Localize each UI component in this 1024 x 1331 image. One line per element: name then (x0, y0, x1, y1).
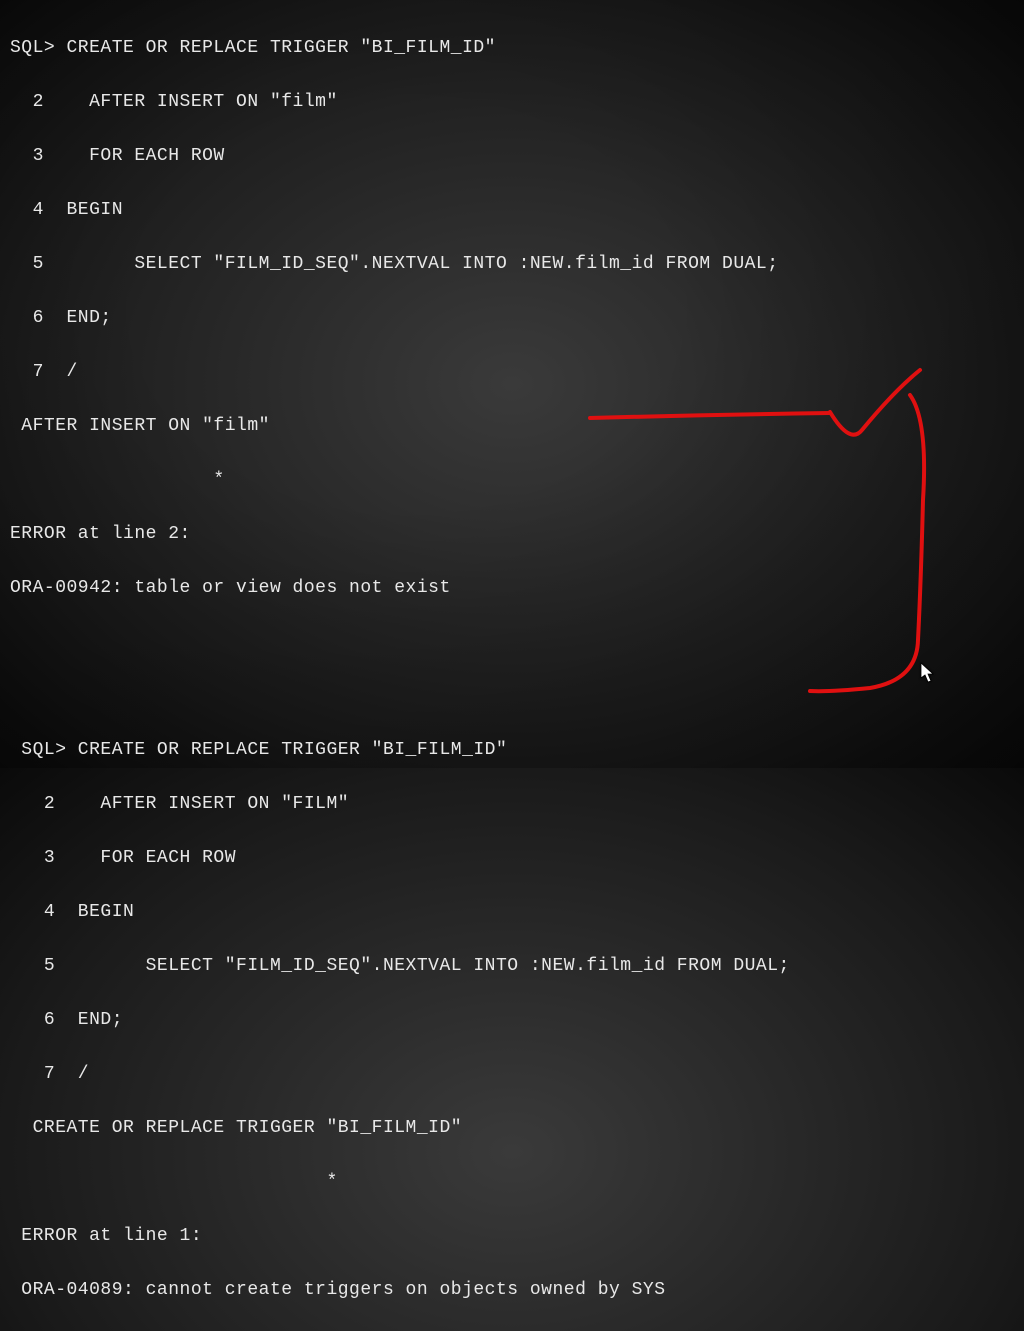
sql-line: 2 AFTER INSERT ON "film" (10, 89, 1014, 116)
mouse-cursor-icon (920, 662, 936, 684)
sql-line: 4 BEGIN (10, 899, 1014, 926)
sql-line: SQL> CREATE OR REPLACE TRIGGER "BI_FILM_… (10, 737, 1014, 764)
sql-error-header: ERROR at line 1: (10, 1223, 1014, 1250)
sql-line: 3 FOR EACH ROW (10, 143, 1014, 170)
sql-error-context: AFTER INSERT ON "film" (10, 413, 1014, 440)
sql-line: 7 / (10, 1061, 1014, 1088)
sql-error-context: CREATE OR REPLACE TRIGGER "BI_FILM_ID" (10, 1115, 1014, 1142)
sql-line: 2 AFTER INSERT ON "FILM" (10, 791, 1014, 818)
sql-line: 7 / (10, 359, 1014, 386)
sql-line: 6 END; (10, 305, 1014, 332)
sql-error-marker: * (10, 467, 1014, 494)
sql-error-header: ERROR at line 2: (10, 521, 1014, 548)
sql-error-message: ORA-04089: cannot create triggers on obj… (10, 1277, 1014, 1304)
sql-error-marker: * (10, 1169, 1014, 1196)
sql-error-message: ORA-00942: table or view does not exist (10, 575, 1014, 602)
sql-line: 5 SELECT "FILM_ID_SEQ".NEXTVAL INTO :NEW… (10, 953, 1014, 980)
sql-line: 3 FOR EACH ROW (10, 845, 1014, 872)
sql-line: 6 END; (10, 1007, 1014, 1034)
sql-line: 5 SELECT "FILM_ID_SEQ".NEXTVAL INTO :NEW… (10, 251, 1014, 278)
sql-line: 4 BEGIN (10, 197, 1014, 224)
blank-line (10, 683, 1014, 710)
terminal-output: SQL> CREATE OR REPLACE TRIGGER "BI_FILM_… (10, 8, 1014, 1331)
blank-line (10, 629, 1014, 656)
sql-line: SQL> CREATE OR REPLACE TRIGGER "BI_FILM_… (10, 35, 1014, 62)
